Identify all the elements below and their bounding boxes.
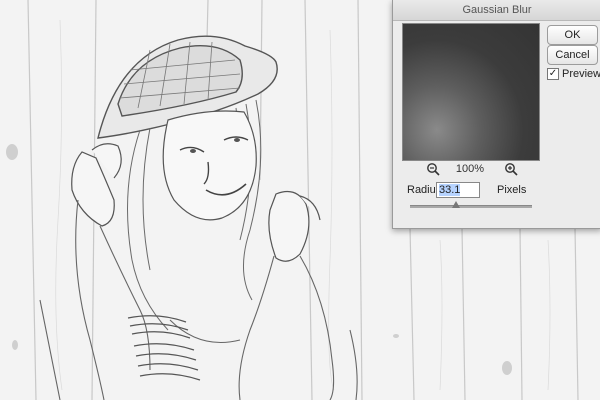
ok-button[interactable]: OK: [547, 25, 598, 45]
cancel-button[interactable]: Cancel: [547, 45, 598, 65]
dialog-title[interactable]: Gaussian Blur: [393, 0, 600, 21]
preview-checkbox[interactable]: ✓: [547, 68, 559, 80]
zoom-level: 100%: [455, 163, 485, 175]
radius-unit-label: Pixels: [497, 184, 527, 196]
zoom-in-icon[interactable]: [504, 162, 518, 176]
zoom-controls: 100%: [402, 162, 540, 178]
blur-preview[interactable]: [402, 23, 540, 161]
face: [162, 110, 257, 221]
preview-label: Preview: [562, 68, 600, 80]
radius-input[interactable]: 33.1: [436, 182, 480, 198]
gaussian-blur-dialog: Gaussian Blur OK Cancel ✓ Preview 100% R…: [392, 0, 600, 229]
preview-toggle[interactable]: ✓ Preview: [547, 67, 600, 81]
radius-slider[interactable]: [410, 201, 532, 208]
zoom-out-icon[interactable]: [426, 162, 440, 176]
radius-slider-thumb[interactable]: [452, 201, 461, 208]
radius-value: 33.1: [439, 184, 461, 196]
